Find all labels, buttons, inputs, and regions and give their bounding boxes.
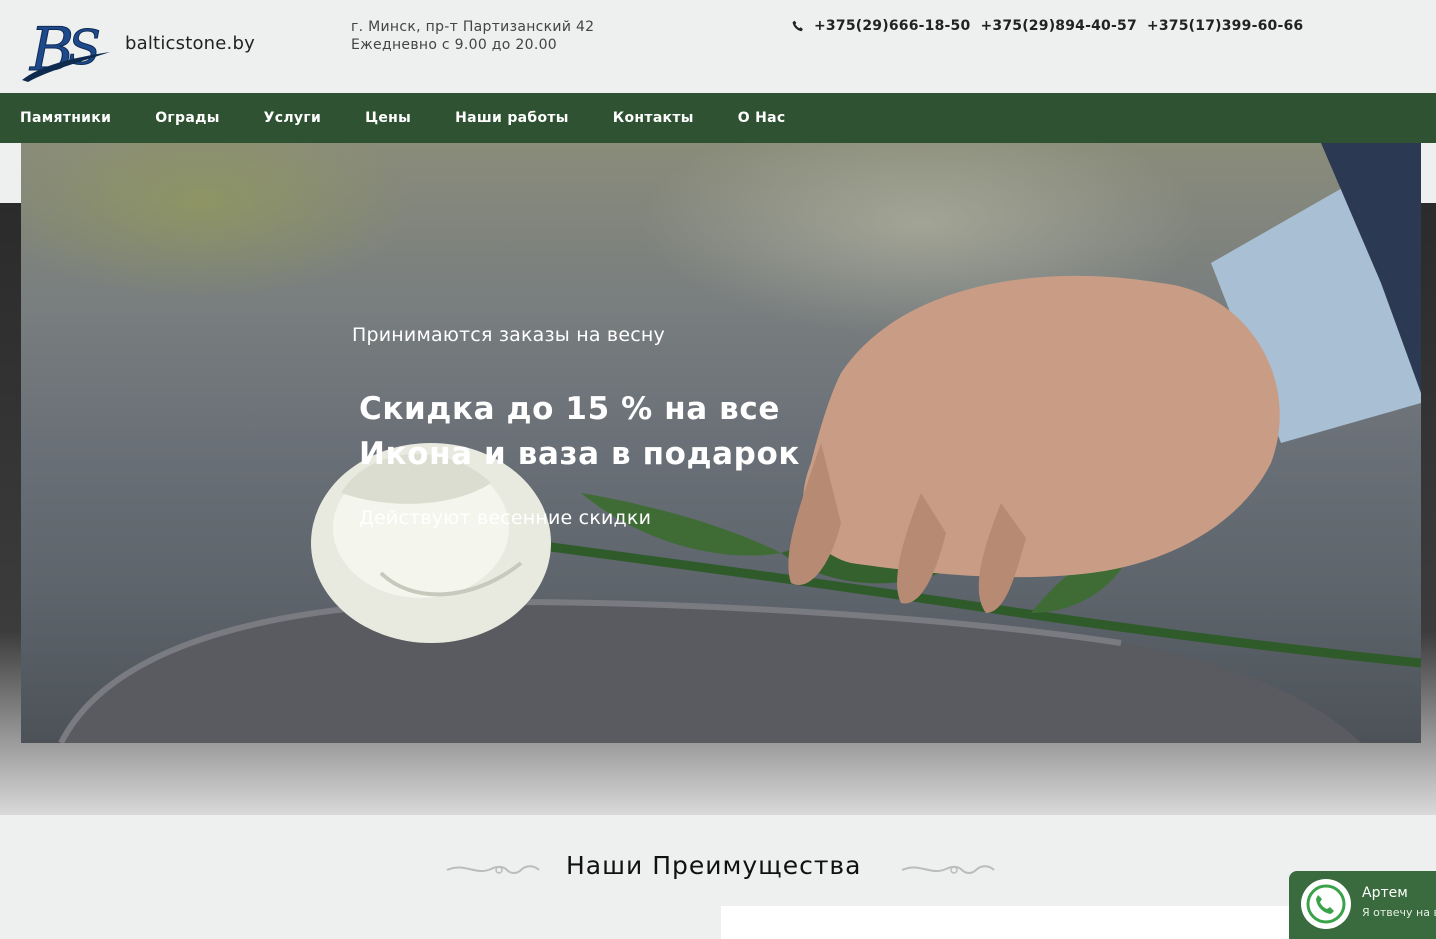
phone-handset-icon (1302, 880, 1350, 928)
phone-number-3[interactable]: +375(17)399-60-66 (1147, 18, 1303, 34)
section-title-advantages: Наши Преимущества (566, 851, 862, 880)
hero-title-line-2: Икона и ваза в подарок (359, 436, 800, 472)
address-line: г. Минск, пр-т Партизанский 42 (351, 19, 595, 35)
phone-list: +375(29)666-18-50 +375(29)894-40-57 +375… (792, 18, 1313, 34)
nav-item-monuments[interactable]: Памятники (20, 110, 111, 126)
phone-number-1[interactable]: +375(29)666-18-50 (814, 18, 970, 34)
nav-item-services[interactable]: Услуги (264, 110, 321, 126)
phone-number-2[interactable]: +375(29)894-40-57 (980, 18, 1136, 34)
hero-slider[interactable]: Принимаются заказы на весну Скидка до 15… (21, 143, 1421, 743)
ornament-left-icon (446, 865, 540, 874)
address-block: г. Минск, пр-т Партизанский 42 Ежедневно… (351, 18, 594, 54)
hero-title: Скидка до 15 % на все Икона и ваза в под… (359, 387, 800, 477)
hero-note: Действуют весенние скидки (359, 507, 652, 529)
nav-item-prices[interactable]: Цены (365, 110, 411, 126)
phone-icon (792, 20, 803, 32)
site-header: B S balticstone.by г. Минск, пр-т Партиз… (0, 0, 1436, 93)
advantage-card (721, 906, 1321, 939)
main-nav: Памятники Ограды Услуги Цены Наши работы… (0, 93, 1436, 143)
chat-avatar[interactable] (1301, 879, 1351, 929)
hero-subtitle: Принимаются заказы на весну (352, 324, 665, 346)
hours-line: Ежедневно с 9.00 до 20.00 (351, 37, 557, 53)
chat-message: Я отвечу на в (1362, 906, 1436, 919)
ornament-right-icon (901, 865, 995, 874)
nav-item-fences[interactable]: Ограды (155, 110, 219, 126)
hero-title-line-1: Скидка до 15 % на все (359, 391, 780, 427)
chat-agent-name: Артем (1362, 885, 1408, 901)
nav-item-about[interactable]: О Нас (738, 110, 786, 126)
site-name[interactable]: balticstone.by (125, 33, 255, 54)
nav-item-our-works[interactable]: Наши работы (455, 110, 569, 126)
nav-item-contacts[interactable]: Контакты (613, 110, 694, 126)
chat-widget[interactable]: Артем Я отвечу на в (1289, 871, 1436, 939)
svg-text:S: S (68, 20, 101, 76)
logo-icon[interactable]: B S (20, 14, 118, 86)
